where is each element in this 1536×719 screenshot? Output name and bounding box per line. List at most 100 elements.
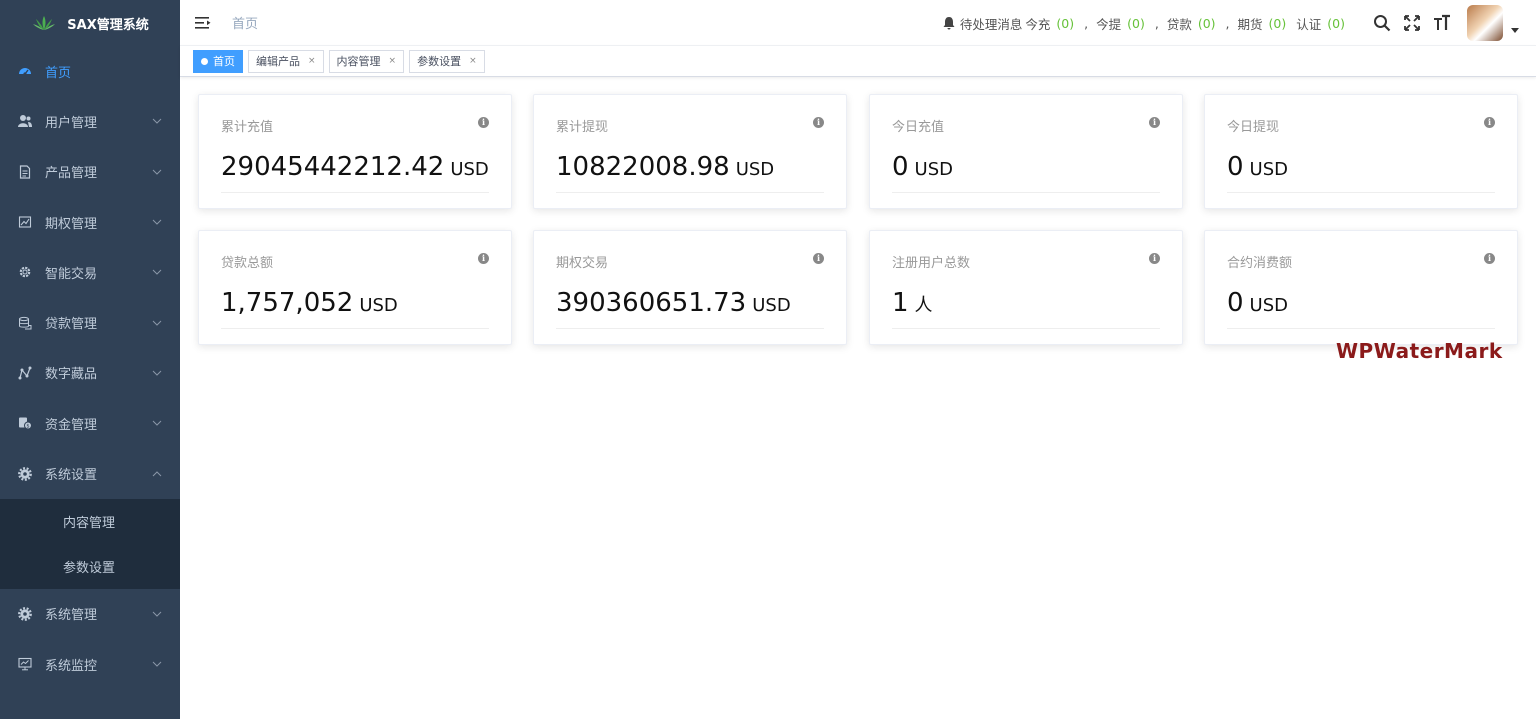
- avatar[interactable]: [1467, 5, 1503, 41]
- font-size-icon[interactable]: [1433, 14, 1451, 32]
- sidebar-item-label: 系统管理: [45, 608, 98, 624]
- stat-card: 注册用户总数 i 1 人: [869, 230, 1183, 345]
- info-icon[interactable]: i: [1484, 253, 1495, 264]
- stat-unit: USD: [914, 159, 954, 180]
- fullscreen-icon[interactable]: [1403, 14, 1421, 32]
- divider: [556, 192, 824, 193]
- info-icon[interactable]: i: [1484, 117, 1495, 128]
- stat-unit: USD: [735, 159, 775, 180]
- settings-icon: [18, 606, 32, 621]
- search-icon[interactable]: [1373, 14, 1391, 32]
- stat-value: 0 USD: [1227, 152, 1288, 182]
- stat-card: 累计充值 i 29045442212.42 USD: [198, 94, 512, 209]
- stat-card: 期权交易 i 390360651.73 USD: [533, 230, 847, 345]
- sidebar-item-loans[interactable]: 贷款管理: [0, 297, 180, 347]
- gear-icon: [18, 265, 32, 279]
- submenu-item-content-management[interactable]: 内容管理: [0, 499, 180, 544]
- svg-text:$: $: [26, 424, 29, 430]
- sidebar-menu: 首页 用户管理 产品管理 期权管理 智能交易 贷款管理 数字藏品 $ 资金管理 …: [0, 46, 180, 689]
- close-icon[interactable]: ×: [308, 56, 316, 66]
- sidebar-item-label: 首页: [45, 65, 72, 81]
- stat-unit: USD: [1249, 159, 1289, 180]
- graph-icon: [18, 366, 32, 380]
- sidebar-item-products[interactable]: 产品管理: [0, 147, 180, 197]
- sidebar-item-system-management[interactable]: 系统管理: [0, 589, 180, 639]
- info-icon[interactable]: i: [478, 117, 489, 128]
- stat-label: 今日提现: [1227, 120, 1280, 135]
- close-icon[interactable]: ×: [389, 56, 397, 66]
- sidebar-item-label: 数字藏品: [45, 367, 98, 383]
- notice-item-label: 今充: [1025, 16, 1051, 32]
- notice-count: (0): [1127, 15, 1145, 31]
- divider: [1227, 328, 1495, 329]
- user-icon: [18, 114, 32, 128]
- stat-label: 贷款总额: [221, 256, 274, 271]
- stat-number: 1: [892, 288, 909, 318]
- chevron-down-icon: [152, 169, 162, 175]
- tags-view: 首页 编辑产品 × 内容管理 × 参数设置 ×: [180, 46, 1536, 77]
- stat-unit: USD: [450, 159, 489, 180]
- dashboard-icon: [18, 64, 32, 78]
- notice-count: (0): [1197, 15, 1216, 31]
- sidebar-item-system-settings[interactable]: 系统设置: [0, 448, 180, 498]
- logo[interactable]: SAX管理系统: [0, 0, 180, 46]
- info-icon[interactable]: i: [813, 117, 824, 128]
- sidebar-item-users[interactable]: 用户管理: [0, 96, 180, 146]
- stat-value: 1,757,052 USD: [221, 288, 398, 318]
- close-icon[interactable]: ×: [469, 56, 477, 66]
- stat-card: 合约消费额 i 0 USD: [1204, 230, 1518, 345]
- chevron-down-icon: [152, 269, 162, 276]
- sidebar-item-system-monitor[interactable]: 系统监控: [0, 639, 180, 689]
- sidebar-item-label: 资金管理: [45, 417, 98, 433]
- stat-number: 1,757,052: [221, 288, 354, 318]
- divider: [221, 328, 489, 329]
- submenu-item-parameter-settings[interactable]: 参数设置: [0, 544, 180, 589]
- menu-fold-icon[interactable]: [195, 16, 211, 30]
- notice-count: (0): [1268, 15, 1287, 31]
- stat-number: 10822008.98: [556, 152, 730, 182]
- sidebar-item-funds[interactable]: $ 资金管理: [0, 398, 180, 448]
- chart-icon: [18, 215, 32, 229]
- sidebar: SAX管理系统 首页 用户管理 产品管理 期权管理 智能交易 贷款管理 数字藏品…: [0, 0, 180, 719]
- stat-value: 390360651.73 USD: [556, 288, 791, 318]
- bell-icon: [943, 17, 955, 30]
- sidebar-item-label: 用户管理: [45, 115, 98, 131]
- notice-separator: ,: [1154, 15, 1159, 31]
- divider: [892, 192, 1160, 193]
- tag-parameter-settings[interactable]: 参数设置 ×: [409, 49, 485, 73]
- notice-count: (0): [1056, 15, 1075, 31]
- sidebar-item-smart-trading[interactable]: 智能交易: [0, 247, 180, 297]
- caret-down-icon[interactable]: [1511, 27, 1519, 33]
- tag-edit-product[interactable]: 编辑产品 ×: [248, 49, 324, 73]
- info-icon[interactable]: i: [813, 253, 824, 264]
- sidebar-item-label: 贷款管理: [45, 317, 98, 333]
- notice-separator: ,: [1225, 15, 1230, 31]
- tag-label: 编辑产品: [256, 55, 300, 68]
- stat-number: 29045442212.42: [221, 152, 445, 182]
- chevron-down-icon: [152, 219, 162, 225]
- document-icon: [18, 165, 32, 179]
- tag-content-management[interactable]: 内容管理 ×: [328, 49, 405, 73]
- sidebar-item-digital-collectibles[interactable]: 数字藏品: [0, 348, 180, 398]
- sidebar-item-home[interactable]: 首页: [0, 46, 180, 96]
- stat-label: 期权交易: [556, 256, 609, 271]
- pending-notice[interactable]: 待处理消息 今充 (0) , 今提 (0) , 贷款 (0) , 期货 (0) …: [942, 14, 1349, 33]
- sidebar-item-options[interactable]: 期权管理: [0, 197, 180, 247]
- chevron-down-icon: [152, 420, 162, 426]
- chevron-down-icon: [152, 611, 162, 617]
- stat-label: 今日充值: [892, 120, 945, 135]
- info-icon[interactable]: i: [478, 253, 489, 264]
- tag-home[interactable]: 首页: [193, 49, 243, 73]
- info-icon[interactable]: i: [1149, 253, 1160, 264]
- notice-separator: ,: [1084, 15, 1089, 31]
- tag-label: 参数设置: [417, 55, 462, 68]
- stat-unit: USD: [1249, 295, 1289, 316]
- app-title: SAX管理系统: [67, 17, 149, 33]
- stat-number: 0: [1227, 152, 1244, 182]
- stat-number: 0: [1227, 288, 1244, 318]
- sidebar-item-label: 期权管理: [45, 216, 98, 232]
- chevron-down-icon: [152, 320, 162, 326]
- info-icon[interactable]: i: [1149, 117, 1160, 128]
- system-settings-submenu: 内容管理 参数设置: [0, 498, 180, 589]
- stat-value: 10822008.98 USD: [556, 152, 774, 182]
